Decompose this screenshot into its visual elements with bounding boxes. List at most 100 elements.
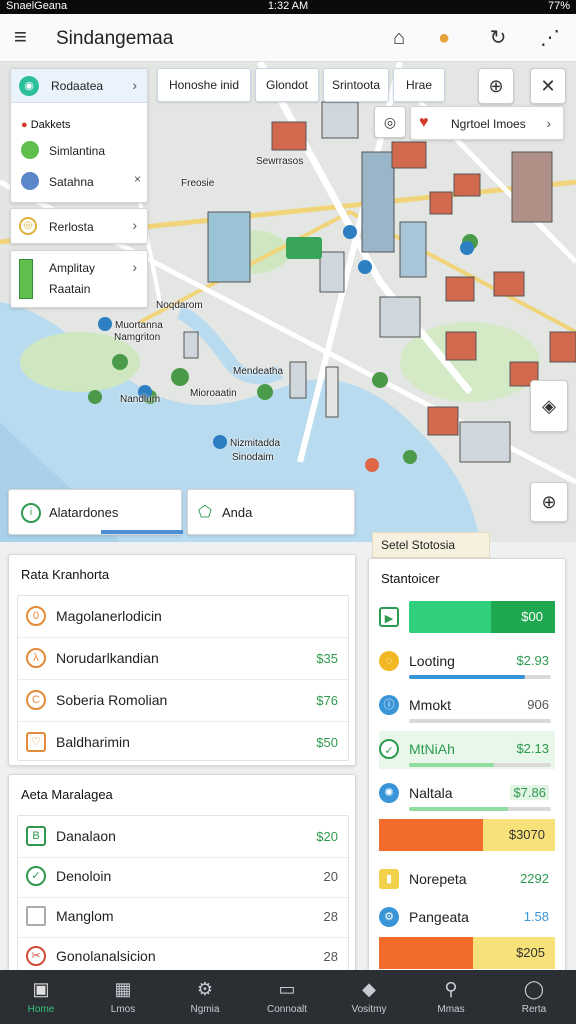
map-label: Nandlum	[120, 394, 161, 405]
item-icon: ✂	[26, 946, 46, 966]
map-view[interactable]: ◉ Rodaatea › ● Dakkets Simlantina Satahn…	[0, 62, 576, 542]
home-icon[interactable]: ⌂	[387, 26, 411, 50]
panel-rates: Rata Kranhorta 0 Magolanerlodicin λ Noru…	[8, 554, 356, 766]
layer-item-2-label: Satahna	[49, 175, 94, 189]
chip-1[interactable]: Honoshe inid	[157, 68, 251, 102]
map-label: Noqdarom	[156, 300, 203, 311]
layer-panel: ◉ Rodaatea › ● Dakkets Simlantina Satahn…	[10, 68, 148, 203]
menu-icon[interactable]: ≡	[14, 26, 38, 50]
panel-materials: Aeta Maralagea B Danalaon $20 ✓ Denoloin…	[8, 774, 356, 974]
nav-mmas[interactable]: ⚲ Mmas	[410, 970, 492, 1024]
stat-track	[409, 763, 551, 767]
item-icon: ✓	[26, 866, 46, 886]
item-value: $20	[316, 829, 338, 844]
stat-value: $205	[516, 945, 545, 960]
stat-label: Pangeata	[409, 909, 469, 925]
nav-label: Rerta	[521, 1004, 547, 1015]
target-button[interactable]: ◎	[374, 106, 406, 138]
chip-2[interactable]: Glondot	[255, 68, 319, 102]
nav-home[interactable]: ▣ Home	[0, 970, 82, 1024]
item-icon: B	[26, 826, 46, 846]
compass-button[interactable]: ◈	[530, 380, 568, 432]
stat-value: 906	[527, 697, 549, 712]
item-value: 28	[323, 909, 338, 924]
app-title: Sindangemaa	[56, 28, 174, 49]
reference-card[interactable]: ◎ Rerlosta ›	[10, 208, 148, 244]
item-label: Manglom	[56, 908, 114, 924]
location-pin-icon[interactable]: ●	[432, 26, 456, 50]
stat-row[interactable]: $205	[379, 935, 555, 973]
list-item[interactable]: Manglom 28	[18, 896, 348, 938]
nav-vosimty[interactable]: ◆ Vositmy	[328, 970, 410, 1024]
stat-row[interactable]: ⚙ Pangeata 1.58	[379, 899, 555, 937]
more-icon[interactable]: ⋰	[538, 26, 562, 50]
nav-label: Vositmy	[351, 1004, 387, 1015]
layer-panel-header[interactable]: ◉ Rodaatea ›	[11, 69, 147, 103]
stat-value: $3070	[508, 827, 545, 842]
list-item[interactable]: ♡ Baldharimin $50	[18, 722, 348, 764]
tab-indicator	[101, 530, 183, 534]
map-label: Sinodaim	[232, 452, 274, 463]
stat-row[interactable]: ▶ $00	[379, 599, 555, 637]
nav-lmos[interactable]: ▦ Lmos	[82, 970, 164, 1024]
stat-row[interactable]: ✓ MtNiAh $2.13	[379, 731, 555, 769]
list-item[interactable]: ✓ Denoloin 20	[18, 856, 348, 898]
bottom-nav: ▣ Home ▦ Lmos ⚙ Ngmia ▭ Connoalt ◆ Vosit…	[0, 970, 576, 1024]
tab-alerts[interactable]: i Alatardones	[8, 489, 183, 535]
dot-icon: ●	[21, 119, 28, 131]
layer-item-2[interactable]: Satahna ×	[21, 172, 141, 192]
tab-area[interactable]: ⬠ Anda	[187, 489, 355, 535]
nav-rerta[interactable]: ◯ Rerta	[492, 970, 576, 1024]
status-bar: SnaelGeana 1:32 AM 77%	[0, 0, 576, 14]
item-value: 20	[323, 869, 338, 884]
map-label: Sewrrasos	[256, 156, 304, 167]
heart-icon: ♥	[419, 114, 429, 131]
tab-area-label: Anda	[222, 505, 253, 520]
list-item[interactable]: B Danalaon $20	[18, 816, 348, 858]
gear-icon: ⚙	[196, 979, 214, 999]
list-item[interactable]: λ Norudarlkandian $35	[18, 638, 348, 680]
stat-row[interactable]: ⓘ Mmokt 906	[379, 687, 555, 725]
layer-item-1-label: Simlantina	[49, 144, 106, 158]
chip-3[interactable]: Srintoota	[323, 68, 389, 102]
amplify-card[interactable]: Amplitay Raatain ›	[10, 250, 148, 308]
stat-row[interactable]: $3070	[379, 817, 555, 855]
map-label: Mioroaatin	[190, 388, 237, 399]
layers-toggle-button[interactable]: ⊕	[478, 68, 514, 104]
chat-icon: ▭	[278, 979, 296, 999]
stat-bar: $205	[379, 937, 555, 969]
globe-icon: ✺	[379, 783, 399, 803]
bar-icon	[19, 259, 33, 299]
stat-row[interactable]: ✺ Naltala $7.86	[379, 775, 555, 813]
help-icon: ◯	[523, 979, 545, 999]
right-panel-tab[interactable]: Setel Stotosia	[372, 532, 490, 558]
refresh-icon[interactable]: ↻	[486, 26, 510, 50]
clock: 1:32 AM	[267, 0, 309, 12]
nav-label: Home	[27, 1004, 55, 1015]
item-icon	[26, 906, 46, 926]
map-label: Mendeatha	[233, 366, 284, 377]
item-icon: 0	[26, 606, 46, 626]
list-item[interactable]: C Soberia Romolian $76	[18, 680, 348, 722]
nearby-chip[interactable]: ♥ Ngrtoel Imoes ›	[410, 106, 564, 140]
item-label: Norudarlkandian	[56, 650, 159, 666]
zoom-button[interactable]: ⊕	[530, 482, 568, 522]
close-map-button[interactable]: ✕	[530, 68, 566, 104]
chip-4[interactable]: Hrae	[393, 68, 445, 102]
stat-row[interactable]: ▮ Norepeta 2292	[379, 861, 555, 899]
stat-label: Naltala	[409, 785, 453, 801]
nav-connoalt[interactable]: ▭ Connoalt	[246, 970, 328, 1024]
nav-ngmia[interactable]: ⚙ Ngmia	[164, 970, 246, 1024]
list-item[interactable]: 0 Magolanerlodicin	[18, 596, 348, 638]
layer-panel-title: Rodaatea	[51, 79, 104, 93]
stat-value: $2.93	[516, 653, 549, 668]
nav-label: Connoalt	[266, 1004, 308, 1015]
stat-value: $7.86	[510, 785, 549, 800]
stat-label: Norepeta	[409, 871, 467, 887]
stat-track	[409, 807, 551, 811]
chevron-right-icon: ›	[132, 77, 137, 93]
loading-icon: ◌	[379, 651, 399, 671]
stat-row[interactable]: ◌ Looting $2.93	[379, 643, 555, 681]
close-icon[interactable]: ×	[134, 172, 141, 186]
reference-icon: ◎	[19, 217, 37, 235]
